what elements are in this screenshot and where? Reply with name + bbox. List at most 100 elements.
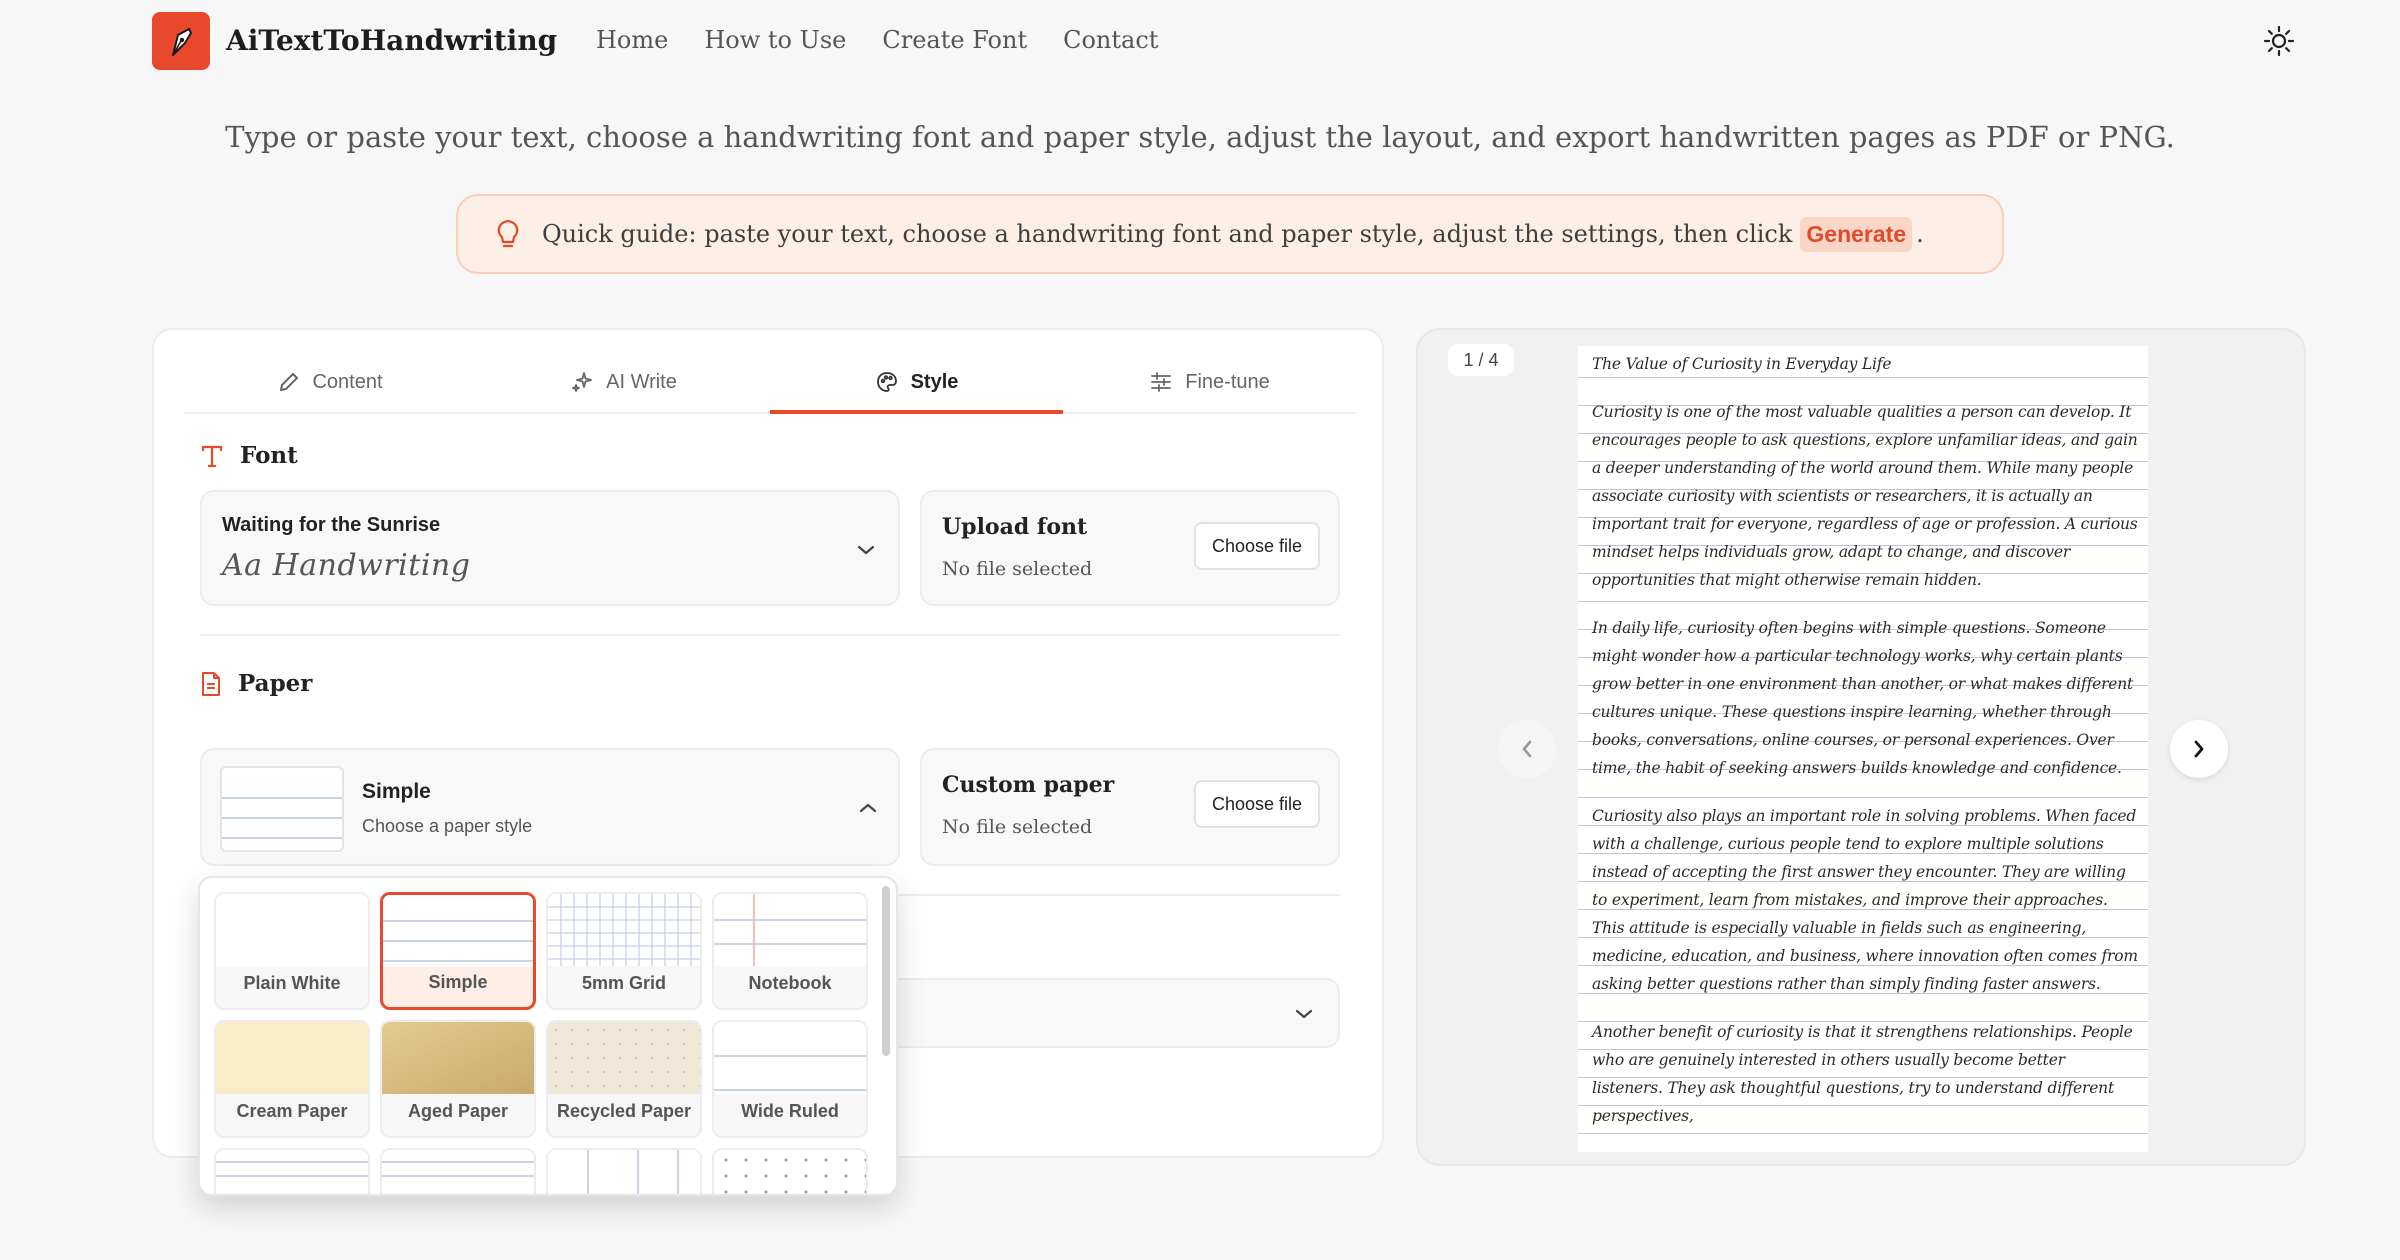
- page-subtitle: Type or paste your text, choose a handwr…: [225, 120, 2175, 154]
- logo-pen-icon[interactable]: [152, 12, 210, 70]
- tab-ai-write[interactable]: AI Write: [477, 352, 770, 412]
- document-icon: [202, 671, 220, 696]
- paper-dropdown[interactable]: Plain White Simple 5mm Grid Notebook Cream P…: [198, 876, 898, 1196]
- nav-home[interactable]: Home: [596, 26, 668, 54]
- palette-icon: [876, 372, 897, 392]
- paper-option-notebook[interactable]: Notebook: [712, 892, 868, 1010]
- paper-section-title: Paper: [200, 670, 312, 697]
- type-t-icon: [201, 445, 223, 467]
- paper-option-label: 5mm Grid: [581, 973, 667, 993]
- paper-option-cream[interactable]: Cream Paper: [214, 1020, 370, 1138]
- nav-create-font[interactable]: Create Font: [882, 26, 1027, 54]
- paper-option-swatch: [548, 894, 700, 966]
- paragraph-2: In daily life, curiosity often begins wi…: [1592, 619, 2134, 777]
- upload-font-button[interactable]: Choose file: [1194, 522, 1320, 570]
- prev-page-button[interactable]: [1498, 720, 1556, 778]
- page-title-text: The Value of Curiosity in Everyday Life: [1592, 355, 1892, 373]
- tab-ai-write-label: AI Write: [606, 370, 677, 393]
- font-preview: Aa Handwriting: [222, 548, 471, 583]
- handwriting-text: The Value of Curiosity in Everyday Life …: [1592, 350, 2138, 1150]
- upload-font-status: No file selected: [942, 558, 1093, 580]
- tab-style[interactable]: Style: [770, 352, 1063, 414]
- dropdown-scrollbar[interactable]: [882, 886, 890, 1056]
- paper-option-wide[interactable]: Wide Ruled: [712, 1020, 868, 1138]
- paper-option-simple[interactable]: Simple: [380, 892, 536, 1010]
- paper-option-aged[interactable]: Aged Paper: [380, 1020, 536, 1138]
- chevron-up-icon: [856, 796, 880, 820]
- settings-tabs: Content AI Write Style Fine-tune: [184, 352, 1356, 414]
- next-page-button[interactable]: [2170, 720, 2228, 778]
- nav-contact[interactable]: Contact: [1063, 26, 1158, 54]
- paper-option-label: Wide Ruled: [741, 1101, 839, 1121]
- custom-paper-status: No file selected: [942, 816, 1093, 838]
- paper-options-grid: Plain White Simple 5mm Grid Notebook Cream P…: [214, 892, 868, 1194]
- guide-end: .: [1916, 220, 1924, 248]
- paper-option-swatch: [216, 894, 368, 966]
- paper-option-lined2[interactable]: [214, 1148, 370, 1194]
- page-indicator: 1 / 4: [1448, 344, 1514, 376]
- tab-style-label: Style: [910, 370, 959, 393]
- guide-generate-highlight: Generate: [1800, 216, 1913, 252]
- lightbulb-icon: [488, 214, 528, 254]
- upload-font-card: Upload font No file selected Choose file: [920, 490, 1340, 606]
- paper-option-swatch: [548, 1022, 700, 1094]
- paper-option-label: Aged Paper: [407, 1101, 509, 1121]
- brand-name[interactable]: AiTextToHandwriting: [226, 24, 557, 57]
- paper-option-label: Simple: [428, 972, 488, 992]
- paper-option-swatch: [714, 894, 866, 966]
- custom-paper-card: Custom paper No file selected Choose fil…: [920, 748, 1340, 866]
- paper-option-grid[interactable]: 5mm Grid: [546, 892, 702, 1010]
- paper-option-swatch: [383, 895, 533, 967]
- paper-option-label: Recycled Paper: [556, 1101, 692, 1121]
- paper-option-label: Notebook: [748, 973, 832, 993]
- paper-option-swatch: [216, 1022, 368, 1094]
- paper-option-lined3[interactable]: [380, 1148, 536, 1194]
- paper-option-swatch: [548, 1150, 700, 1194]
- collapsed-select[interactable]: [854, 978, 1340, 1048]
- paragraph-4: Another benefit of curiosity is that it …: [1592, 1023, 2133, 1125]
- quick-guide-banner: Quick guide: paste your text, choose a h…: [456, 194, 2004, 274]
- font-select[interactable]: Waiting for the Sunrise Aa Handwriting: [200, 490, 900, 606]
- font-title: Font: [240, 442, 298, 469]
- paper-option-label: Plain White: [243, 973, 341, 993]
- handwriting-page: The Value of Curiosity in Everyday Life …: [1578, 346, 2148, 1152]
- paper-option-swatch: [714, 1022, 866, 1094]
- custom-paper-button[interactable]: Choose file: [1194, 780, 1320, 828]
- selected-paper-name: Simple: [362, 780, 431, 803]
- paper-thumbnail: [220, 766, 344, 852]
- chevron-down-icon: [854, 538, 878, 562]
- paper-option-swatch: [714, 1150, 866, 1194]
- section-divider: [200, 634, 1340, 636]
- pencil-icon: [280, 373, 299, 391]
- paper-option-dots[interactable]: [712, 1148, 868, 1194]
- paper-option-cols[interactable]: [546, 1148, 702, 1194]
- paper-select[interactable]: Simple Choose a paper style: [200, 748, 900, 866]
- paragraph-3: Curiosity also plays an important role i…: [1592, 807, 2138, 993]
- paper-option-swatch: [216, 1150, 368, 1194]
- paper-title: Paper: [238, 670, 313, 697]
- paragraph-1: Curiosity is one of the most valuable qu…: [1592, 403, 2138, 589]
- chevron-left-icon: [1522, 740, 1532, 758]
- upload-font-title: Upload font: [942, 514, 1088, 540]
- chevron-right-icon: [2194, 740, 2204, 758]
- font-section-title: Font: [200, 442, 298, 469]
- sliders-icon: [1151, 372, 1172, 392]
- tab-content-label: Content: [312, 370, 383, 393]
- sparkle-icon: [572, 372, 593, 392]
- selected-font-name: Waiting for the Sunrise: [222, 514, 441, 536]
- theme-toggle-sun-icon[interactable]: [2260, 22, 2298, 60]
- tab-fine-tune-label: Fine-tune: [1185, 370, 1270, 393]
- tab-content[interactable]: Content: [184, 352, 477, 412]
- paper-option-recycled[interactable]: Recycled Paper: [546, 1020, 702, 1138]
- paper-option-swatch: [382, 1022, 534, 1094]
- paper-option-label: Cream Paper: [236, 1101, 348, 1121]
- preview-panel: 1 / 4 The Value of Curiosity in Everyday…: [1416, 328, 2306, 1166]
- paper-hint: Choose a paper style: [362, 816, 533, 836]
- paper-option-plain[interactable]: Plain White: [214, 892, 370, 1010]
- tab-fine-tune[interactable]: Fine-tune: [1063, 352, 1356, 412]
- guide-text: Quick guide: paste your text, choose a h…: [542, 220, 1793, 248]
- paper-option-swatch: [382, 1150, 534, 1194]
- nav-how-to-use[interactable]: How to Use: [704, 26, 846, 54]
- nav-links: Home How to Use Create Font Contact: [596, 26, 1158, 54]
- custom-paper-title: Custom paper: [942, 772, 1115, 798]
